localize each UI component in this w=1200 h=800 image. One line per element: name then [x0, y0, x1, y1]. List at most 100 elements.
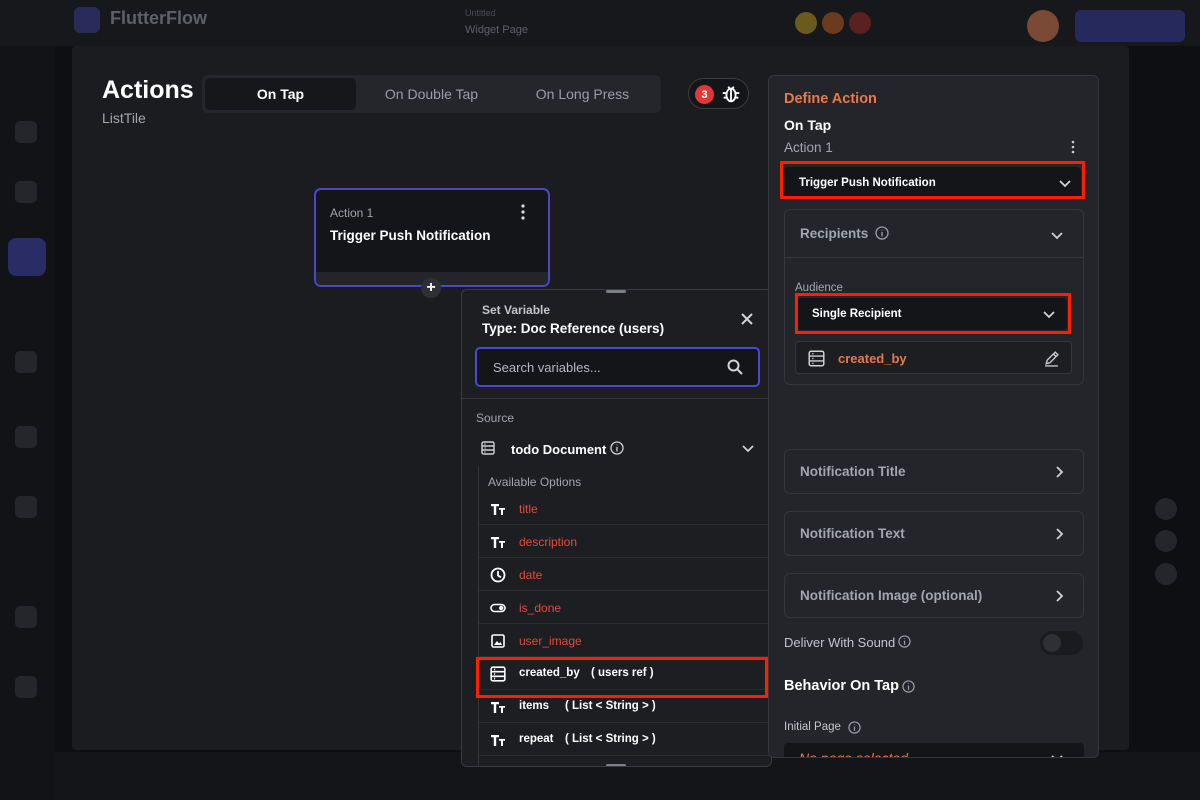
page-title: Actions [102, 76, 194, 104]
field-type: ( List < String > ) [565, 700, 656, 712]
rail-icon [15, 606, 37, 628]
project-name: Widget Page [465, 24, 528, 36]
info-icon[interactable] [902, 680, 915, 693]
close-icon[interactable] [740, 312, 754, 326]
doc-ref-icon [808, 350, 825, 367]
chevron-right-icon [1056, 466, 1064, 478]
document-label: todo Document [511, 442, 607, 457]
options-list: Available Options title description date… [478, 466, 769, 766]
list-item[interactable]: title [479, 492, 769, 525]
highlight-box [780, 161, 1085, 199]
deliver-sound-label: Deliver With Sound [784, 635, 896, 650]
list-item[interactable]: user_image [479, 624, 769, 657]
tab-on-double-tap[interactable]: On Double Tap [356, 78, 507, 110]
highlight-box [476, 657, 768, 698]
bg-right-icon [1155, 563, 1177, 585]
text-type-icon [491, 504, 505, 515]
document-icon [481, 441, 495, 455]
text-type-icon [491, 537, 505, 548]
available-options-label: Available Options [488, 475, 582, 489]
source-label: Source [476, 411, 515, 425]
image-icon [491, 634, 505, 648]
trigger-label: On Tap [784, 117, 832, 133]
action-node-title: Trigger Push Notification [330, 228, 491, 243]
rail-icon [15, 496, 37, 518]
field-name: repeat [519, 733, 554, 745]
info-icon[interactable] [610, 441, 624, 455]
recipient-field[interactable]: created_by [795, 341, 1072, 374]
recipients-header[interactable]: Recipients [785, 210, 1083, 258]
toggle-knob [1043, 634, 1061, 652]
issue-count-badge: 3 [695, 85, 714, 104]
behavior-label: Behavior On Tap [784, 678, 899, 694]
project-hint: Untitled [465, 8, 496, 18]
bg-right-icon [1155, 530, 1177, 552]
chevron-down-icon [1051, 755, 1063, 757]
panel-title: Define Action [784, 91, 877, 107]
initial-page-value: No page selected [799, 750, 908, 758]
chevron-down-icon [1051, 232, 1063, 240]
search-icon [727, 359, 743, 375]
more-vert-icon[interactable] [1069, 140, 1077, 154]
debug-button[interactable]: 3 [688, 78, 749, 109]
action-node-label: Action 1 [330, 206, 374, 220]
chevron-right-icon [1056, 528, 1064, 540]
notification-image-card[interactable]: Notification Image (optional) [784, 573, 1084, 618]
text-type-icon [491, 702, 505, 713]
source-document-row[interactable]: todo Document [476, 436, 761, 462]
field-name: date [519, 568, 543, 582]
list-item[interactable]: description [479, 525, 769, 558]
tab-on-long-press[interactable]: On Long Press [507, 78, 658, 110]
highlight-box [795, 293, 1071, 334]
recipient-value: created_by [838, 351, 907, 366]
notification-text-label: Notification Text [800, 526, 905, 541]
info-icon[interactable] [875, 226, 889, 240]
notification-title-card[interactable]: Notification Title [784, 449, 1084, 494]
rail-icon [15, 121, 37, 143]
list-item[interactable]: date [479, 558, 769, 591]
initial-page-select[interactable]: No page selected [784, 743, 1084, 758]
deliver-sound-toggle[interactable] [1040, 631, 1083, 655]
status-icon [822, 12, 844, 34]
list-item[interactable]: repeat ( List < String > ) [479, 723, 769, 756]
edit-icon[interactable] [1043, 350, 1060, 367]
status-icon [795, 12, 817, 34]
trigger-tabs: On Tap On Double Tap On Long Press [202, 75, 661, 113]
field-name: description [519, 535, 578, 549]
drag-handle[interactable] [606, 764, 626, 766]
app-title: FlutterFlow [110, 8, 207, 28]
drag-handle[interactable] [606, 290, 626, 293]
rail-icon [15, 426, 37, 448]
tab-on-tap[interactable]: On Tap [205, 78, 356, 110]
action-node[interactable]: Action 1 Trigger Push Notification [314, 188, 550, 287]
info-icon[interactable] [898, 635, 911, 648]
rail-active-item [8, 238, 46, 276]
chevron-down-icon[interactable] [741, 441, 755, 455]
recipients-label: Recipients [800, 226, 869, 241]
toggle-icon [490, 603, 506, 613]
search-input[interactable] [475, 347, 760, 387]
initial-page-label: Initial Page [784, 721, 841, 733]
bug-icon [722, 86, 740, 103]
list-item[interactable]: is_done [479, 591, 769, 624]
picker-type: Type: Doc Reference (users) [482, 321, 665, 336]
notification-text-card[interactable]: Notification Text [784, 511, 1084, 556]
app-logo [74, 7, 100, 33]
widget-name: ListTile [102, 110, 146, 126]
notification-image-label: Notification Image (optional) [800, 588, 983, 603]
chevron-right-icon [1056, 590, 1064, 602]
field-name: title [519, 502, 538, 516]
info-icon[interactable] [848, 721, 861, 734]
background-topbar: FlutterFlow Untitled Widget Page [0, 0, 1200, 46]
add-action-button[interactable]: + [421, 278, 441, 298]
notification-title-label: Notification Title [800, 464, 906, 479]
rail-icon [15, 181, 37, 203]
text-type-icon [491, 735, 505, 746]
action-label: Action 1 [784, 140, 833, 155]
field-type: ( List < String > ) [565, 733, 656, 745]
actions-modal: Actions ListTile On Tap On Double Tap On… [72, 46, 1129, 767]
status-icon [849, 12, 871, 34]
more-vert-icon[interactable] [518, 204, 528, 220]
rail-icon [15, 351, 37, 373]
field-name: items [519, 700, 550, 712]
